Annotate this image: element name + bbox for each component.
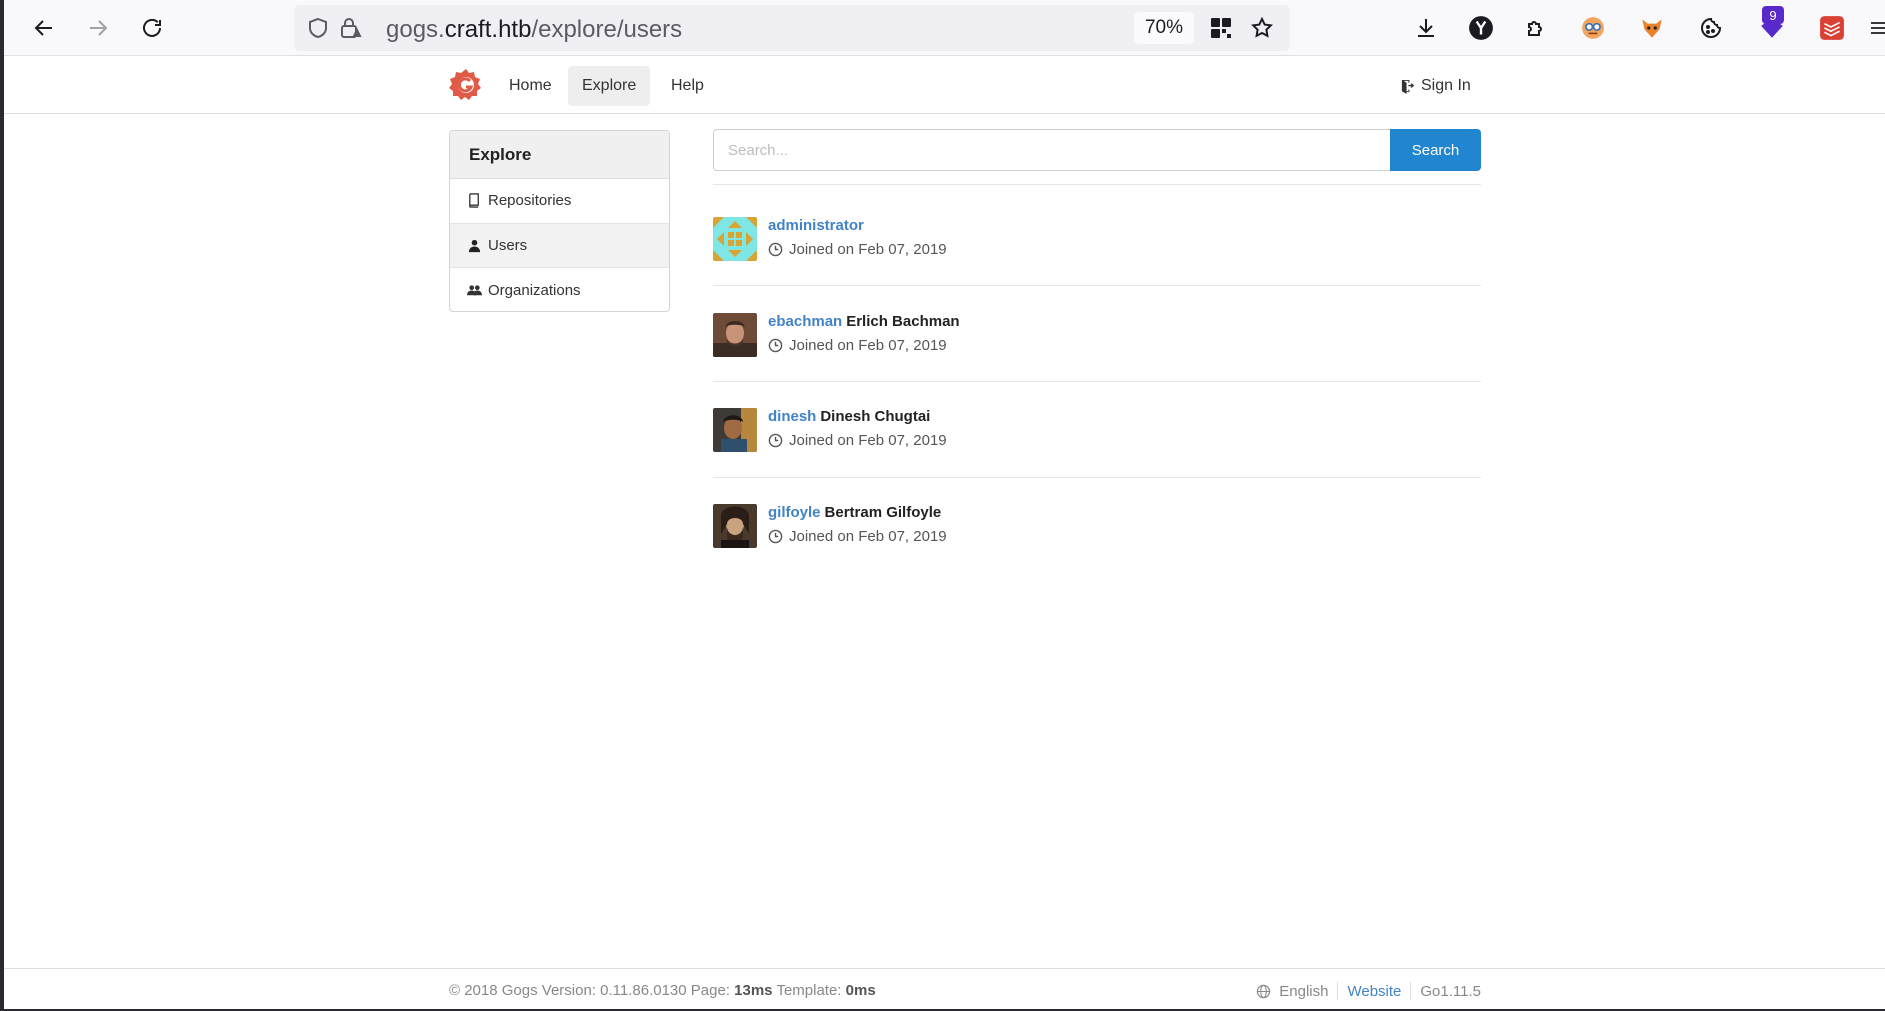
extension-badge: 9 (1762, 6, 1784, 24)
sidebar-item-label: Organizations (488, 281, 581, 299)
person-icon (468, 239, 481, 252)
avatar[interactable] (713, 408, 757, 452)
footer-template-time: 0ms (845, 982, 876, 999)
joined-text: Joined on Feb 07, 2019 (789, 337, 947, 354)
fox-extension-icon[interactable] (1636, 12, 1668, 44)
extensions-puzzle-icon[interactable] (1520, 12, 1552, 44)
nav-home[interactable]: Home (495, 66, 566, 106)
sign-in-label: Sign In (1421, 77, 1471, 94)
y-extension-icon[interactable] (1465, 12, 1497, 44)
username-link[interactable]: gilfoyle (768, 504, 821, 521)
face-extension-icon[interactable] (1577, 12, 1609, 44)
sidebar-item-label: Repositories (488, 192, 572, 210)
joined-text: Joined on Feb 07, 2019 (789, 528, 947, 545)
avatar[interactable] (713, 313, 757, 357)
globe-icon (1257, 984, 1271, 998)
download-icon[interactable] (1410, 12, 1442, 44)
footer-page-time: 13ms (734, 982, 773, 999)
go-version: Go1.11.5 (1420, 982, 1481, 1000)
footer-separator (1337, 982, 1339, 1000)
book-icon (469, 193, 479, 208)
website-link[interactable]: Website (1347, 983, 1401, 1000)
back-icon[interactable] (24, 8, 64, 48)
browser-toolbar: gogs.craft.htb/explore/users 70% 9 (4, 0, 1885, 56)
search-input[interactable] (713, 129, 1391, 171)
url-text[interactable]: gogs.craft.htb/explore/users (386, 16, 682, 44)
sidebar-item-repositories[interactable]: Repositories (450, 179, 669, 224)
search-button[interactable]: Search (1390, 129, 1481, 171)
sidebar-item-organizations[interactable]: Organizations (450, 268, 669, 311)
clock-icon (768, 338, 783, 353)
user-list-item: gilfoyle Bertram Gilfoyle Joined on Feb 0… (713, 504, 1481, 564)
full-name: Dinesh Chugtai (820, 408, 931, 425)
sidebar-title: Explore (450, 131, 669, 179)
joined-text: Joined on Feb 07, 2019 (789, 432, 947, 449)
url-host: craft.htb (444, 16, 532, 43)
reload-icon[interactable] (132, 8, 172, 48)
full-name: Erlich Bachman (846, 313, 960, 330)
divider (713, 477, 1481, 478)
cookie-icon[interactable] (1695, 12, 1727, 44)
user-list-item: administrator Joined on Feb 07, 2019 (713, 217, 1481, 277)
bookmark-star-icon[interactable] (1248, 14, 1276, 42)
language-selector[interactable]: English (1279, 983, 1328, 1000)
zoom-level[interactable]: 70% (1134, 12, 1194, 44)
user-list-item: ebachman Erlich Bachman Joined on Feb 07,… (713, 313, 1481, 373)
nav-explore[interactable]: Explore (568, 66, 651, 106)
footer-template-label: Template: (776, 982, 842, 999)
divider (713, 381, 1481, 382)
username-link[interactable]: administrator (768, 217, 864, 234)
joined-date: Joined on Feb 07, 2019 (768, 241, 947, 258)
site-footer: © 2018 Gogs Version: 0.11.86.0130 Page: … (4, 968, 1885, 1009)
clock-icon (768, 433, 783, 448)
shield-icon[interactable] (306, 16, 330, 40)
joined-date: Joined on Feb 07, 2019 (768, 528, 947, 545)
clock-icon (768, 529, 783, 544)
joined-date: Joined on Feb 07, 2019 (768, 432, 947, 449)
organization-icon (467, 285, 482, 295)
avatar[interactable] (713, 504, 757, 548)
divider (713, 184, 1481, 185)
joined-text: Joined on Feb 07, 2019 (789, 241, 947, 258)
todoist-icon[interactable] (1816, 12, 1848, 44)
explore-sidebar: Explore Repositories Users Organizations (449, 130, 670, 312)
insecure-lock-icon[interactable] (338, 16, 362, 40)
footer-version: © 2018 Gogs Version: 0.11.86.0130 Page: … (449, 982, 876, 999)
user-line: gilfoyle Bertram Gilfoyle (768, 504, 941, 521)
username-link[interactable]: ebachman (768, 313, 842, 330)
user-line: administrator (768, 217, 868, 234)
user-line: ebachman Erlich Bachman (768, 313, 960, 330)
divider (713, 285, 1481, 286)
user-line: dinesh Dinesh Chugtai (768, 408, 930, 425)
joined-date: Joined on Feb 07, 2019 (768, 337, 947, 354)
site-header: Home Explore Help Sign In (4, 57, 1885, 114)
sign-in-icon (1401, 79, 1415, 94)
footer-copyright: © 2018 Gogs Version: 0.11.86.0130 Page: (449, 982, 730, 999)
sidebar-item-label: Users (488, 236, 528, 254)
footer-links: English Website Go1.11.5 (1256, 982, 1481, 1000)
menu-icon[interactable] (1866, 12, 1885, 44)
sign-in-link[interactable]: Sign In (1400, 66, 1471, 106)
nav-help[interactable]: Help (657, 66, 718, 106)
footer-separator (1410, 982, 1412, 1000)
url-bar[interactable]: gogs.craft.htb/explore/users 70% (294, 5, 1290, 51)
clock-icon (768, 242, 783, 257)
forward-icon[interactable] (78, 8, 118, 48)
full-name: Bertram Gilfoyle (824, 504, 942, 521)
user-list-item: dinesh Dinesh Chugtai Joined on Feb 07, 2… (713, 408, 1481, 468)
username-link[interactable]: dinesh (768, 408, 816, 425)
url-prefix: gogs. (386, 16, 445, 43)
qr-code-icon[interactable] (1207, 14, 1235, 42)
url-path: /explore/users (531, 16, 683, 43)
sidebar-item-users[interactable]: Users (450, 223, 669, 268)
avatar[interactable] (713, 217, 757, 261)
gogs-logo-icon[interactable] (448, 67, 484, 103)
